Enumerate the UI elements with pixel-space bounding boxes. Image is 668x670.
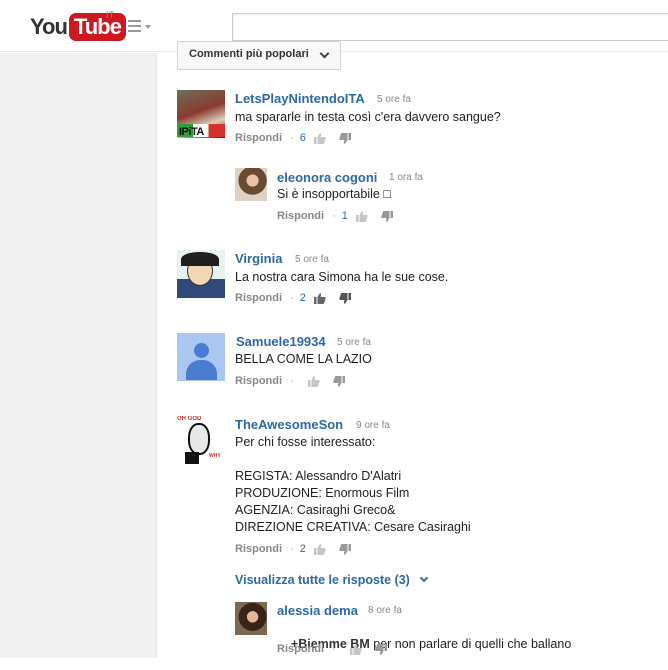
comment-actions: Rispondi · bbox=[235, 375, 358, 387]
comment-text: ma spararle in testa così c'era davvero … bbox=[235, 110, 501, 124]
chevron-down-icon bbox=[420, 573, 429, 583]
guide-menu-icon[interactable] bbox=[128, 20, 152, 34]
comment-text: BELLA COME LA LAZIO bbox=[235, 352, 372, 366]
thumbs-down-icon[interactable] bbox=[333, 375, 345, 387]
comment-reply: eleonora cogoni 1 ora fa Si è insopporta… bbox=[235, 168, 655, 224]
comment-author[interactable]: Virginia bbox=[235, 251, 282, 266]
sort-label: Commenti più popolari bbox=[189, 48, 309, 60]
thumbs-up-icon[interactable] bbox=[307, 375, 320, 387]
chevron-down-icon bbox=[319, 48, 330, 59]
reply-button[interactable]: Rispondi bbox=[235, 543, 282, 555]
default-user-icon bbox=[194, 343, 209, 358]
comment-actions: Rispondi · 2 bbox=[235, 543, 364, 555]
reply-button[interactable]: Rispondi bbox=[235, 375, 282, 387]
comment: Virginia 5 ore fa La nostra cara Simona … bbox=[177, 250, 657, 310]
comment-reply: alessia dema 8 ore fa +Biemme BM per non… bbox=[235, 602, 655, 658]
comment-time[interactable]: 5 ore fa bbox=[295, 254, 329, 265]
avatar[interactable] bbox=[235, 602, 267, 635]
comment: Samuele19934 5 ore fa BELLA COME LA LAZI… bbox=[177, 333, 657, 393]
thumbs-down-icon[interactable] bbox=[381, 210, 393, 222]
thumbs-down-icon[interactable] bbox=[375, 643, 387, 655]
thumbs-up-icon[interactable] bbox=[313, 132, 326, 144]
like-count: 2 bbox=[299, 543, 306, 555]
like-count: 1 bbox=[341, 210, 348, 222]
comment-text: Si è insopportabile □ bbox=[277, 187, 391, 201]
avatar[interactable] bbox=[235, 168, 267, 201]
reply-button[interactable]: Rispondi bbox=[235, 292, 282, 304]
comment-actions: Rispondi · bbox=[277, 643, 400, 655]
thumbs-down-icon[interactable] bbox=[339, 543, 351, 555]
comment-author[interactable]: eleonora cogoni bbox=[277, 170, 377, 185]
avatar-label-top: OH GOD bbox=[177, 416, 202, 422]
view-all-replies-link[interactable]: Visualizza tutte le risposte (3) bbox=[235, 573, 429, 587]
left-sidebar bbox=[0, 53, 157, 658]
reply-button[interactable]: Rispondi bbox=[277, 643, 324, 655]
comment-time[interactable]: 1 ora fa bbox=[389, 172, 423, 183]
comment-author[interactable]: Samuele19934 bbox=[236, 334, 326, 349]
thumbs-up-icon[interactable] bbox=[313, 543, 326, 555]
reply-button[interactable]: Rispondi bbox=[277, 210, 324, 222]
like-count: 6 bbox=[299, 132, 306, 144]
thumbs-up-icon[interactable] bbox=[355, 210, 368, 222]
avatar-label-bottom: WHY bbox=[209, 453, 221, 459]
comment-time[interactable]: 5 ore fa bbox=[337, 337, 371, 348]
comment-actions: Rispondi · 1 bbox=[277, 210, 406, 222]
comment-actions: Rispondi · 6 bbox=[235, 132, 364, 144]
logo-tube-text: Tube bbox=[68, 13, 126, 41]
avatar[interactable]: OH GOD WHY bbox=[177, 416, 225, 464]
logo-region: IT bbox=[106, 10, 114, 20]
comment-author[interactable]: LetsPlayNintendoITA bbox=[235, 91, 365, 106]
logo-you-text: You bbox=[30, 14, 68, 39]
sort-comments-dropdown[interactable]: Commenti più popolari bbox=[177, 41, 341, 70]
thumbs-up-icon[interactable] bbox=[313, 292, 326, 304]
like-count: 2 bbox=[299, 292, 306, 304]
thumbs-down-icon[interactable] bbox=[339, 292, 351, 304]
thumbs-up-icon[interactable] bbox=[349, 643, 362, 655]
youtube-logo[interactable]: You Tube IT bbox=[30, 10, 126, 41]
view-all-label: Visualizza tutte le risposte (3) bbox=[235, 573, 410, 587]
comment-text: Per chi fosse interessato: REGISTA: Ales… bbox=[235, 435, 471, 534]
reply-button[interactable]: Rispondi bbox=[235, 132, 282, 144]
comment-author[interactable]: alessia dema bbox=[277, 603, 358, 618]
comment-time[interactable]: 8 ore fa bbox=[368, 605, 402, 616]
avatar[interactable] bbox=[177, 333, 225, 381]
comment: OH GOD WHY TheAwesomeSon 9 ore fa Per ch… bbox=[177, 416, 657, 566]
avatar[interactable] bbox=[177, 250, 225, 298]
comment-actions: Rispondi · 2 bbox=[235, 292, 364, 304]
comment: IPiTA LetsPlayNintendoITA 5 ore fa ma sp… bbox=[177, 90, 657, 150]
comment-text: La nostra cara Simona ha le sue cose. bbox=[235, 270, 449, 284]
comment-text-body: per non parlare di quelli che ballano bbox=[369, 637, 572, 651]
avatar-label: IPiTA bbox=[179, 126, 204, 138]
comment-time[interactable]: 5 ore fa bbox=[377, 94, 411, 105]
search-input[interactable] bbox=[232, 13, 668, 41]
comment-time[interactable]: 9 ore fa bbox=[356, 420, 390, 431]
thumbs-down-icon[interactable] bbox=[339, 132, 351, 144]
comment-author[interactable]: TheAwesomeSon bbox=[235, 417, 343, 432]
avatar[interactable]: IPiTA bbox=[177, 90, 225, 138]
